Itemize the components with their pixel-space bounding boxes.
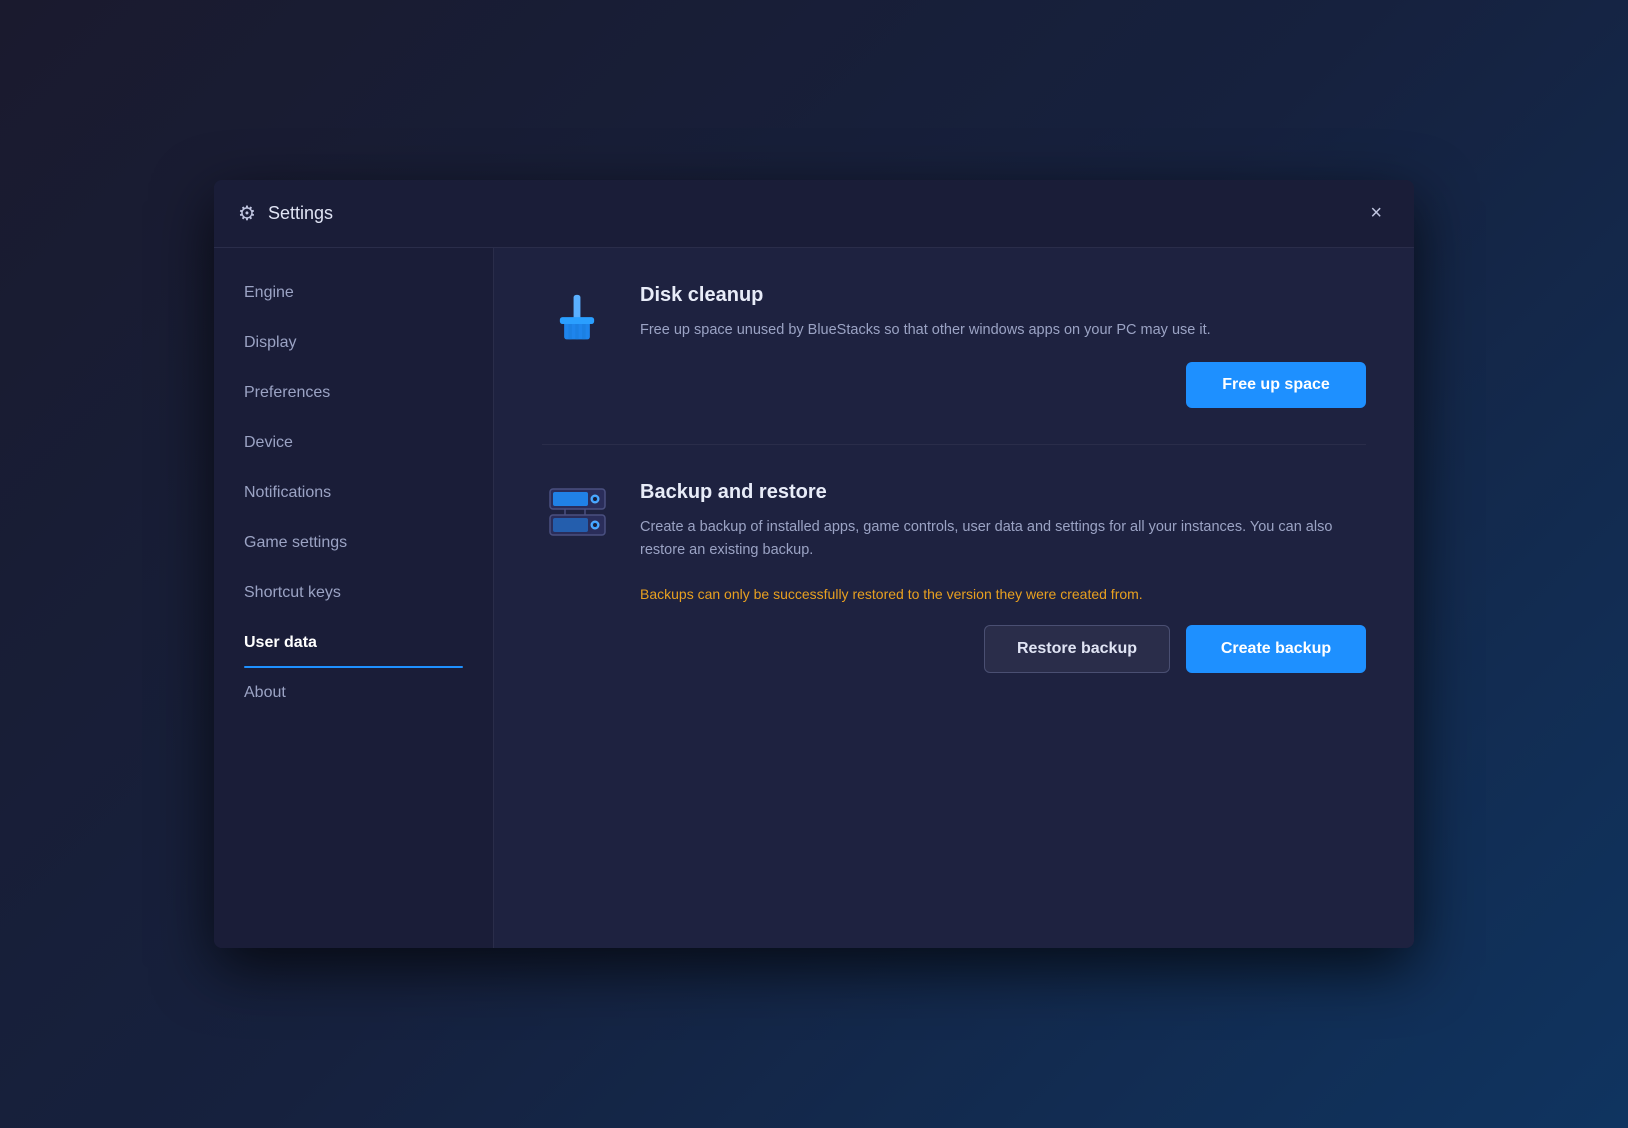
disk-cleanup-desc: Free up space unused by BlueStacks so th…	[640, 319, 1366, 342]
disk-cleanup-body: Disk cleanup Free up space unused by Blu…	[640, 284, 1366, 408]
sidebar-item-shortcut-keys[interactable]: Shortcut keys	[214, 568, 493, 618]
window-title: Settings	[268, 203, 1350, 224]
sidebar-item-notifications[interactable]: Notifications	[214, 468, 493, 518]
disk-cleanup-actions: Free up space	[640, 362, 1366, 408]
sidebar: Engine Display Preferences Device Notifi…	[214, 248, 494, 948]
section-divider	[542, 444, 1366, 445]
backup-restore-desc: Create a backup of installed apps, game …	[640, 516, 1366, 562]
sidebar-item-display[interactable]: Display	[214, 318, 493, 368]
settings-icon: ⚙	[238, 201, 256, 226]
sidebar-item-about[interactable]: About	[214, 668, 493, 718]
backup-restore-actions: Restore backup Create backup	[640, 625, 1366, 673]
sidebar-item-device[interactable]: Device	[214, 418, 493, 468]
disk-cleanup-title: Disk cleanup	[640, 284, 1366, 307]
sidebar-item-game-settings[interactable]: Game settings	[214, 518, 493, 568]
disk-cleanup-section: Disk cleanup Free up space unused by Blu…	[542, 284, 1366, 444]
backup-restore-body: Backup and restore Create a backup of in…	[640, 481, 1366, 673]
backup-restore-title: Backup and restore	[640, 481, 1366, 504]
backup-warning: Backups can only be successfully restore…	[640, 583, 1366, 605]
sidebar-item-preferences[interactable]: Preferences	[214, 368, 493, 418]
backup-icon	[542, 481, 612, 540]
settings-window: ⚙ Settings × Engine Display Preferences …	[214, 180, 1414, 948]
close-button[interactable]: ×	[1362, 198, 1390, 229]
main-content: Engine Display Preferences Device Notifi…	[214, 248, 1414, 948]
sidebar-item-engine[interactable]: Engine	[214, 268, 493, 318]
sidebar-item-user-data[interactable]: User data	[214, 618, 493, 668]
title-bar: ⚙ Settings ×	[214, 180, 1414, 248]
disk-cleanup-icon	[542, 284, 612, 348]
restore-backup-button[interactable]: Restore backup	[984, 625, 1170, 673]
create-backup-button[interactable]: Create backup	[1186, 625, 1366, 673]
backup-restore-section: Backup and restore Create a backup of in…	[542, 481, 1366, 709]
content-area: Disk cleanup Free up space unused by Blu…	[494, 248, 1414, 948]
free-up-space-button[interactable]: Free up space	[1186, 362, 1366, 408]
